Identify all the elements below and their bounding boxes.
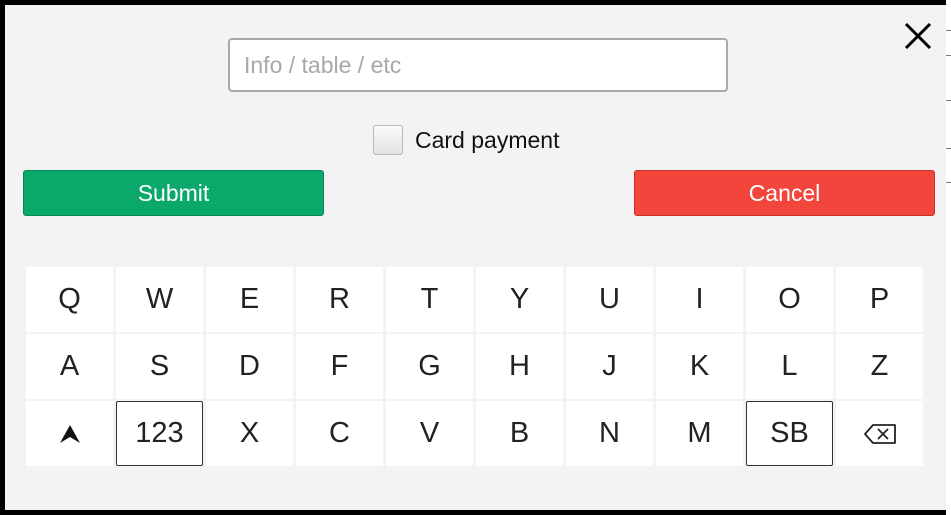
key-q[interactable]: Q [26,267,113,332]
key-p[interactable]: P [836,267,923,332]
key-h[interactable]: H [476,334,563,399]
card-payment-label: Card payment [415,126,560,153]
key-s[interactable]: S [116,334,203,399]
key-w[interactable]: W [116,267,203,332]
key-t[interactable]: T [386,267,473,332]
key-c[interactable]: C [296,401,383,466]
key-i[interactable]: I [656,267,743,332]
info-input[interactable] [228,38,728,92]
backspace-icon [863,423,896,444]
key-x[interactable]: X [206,401,293,466]
key-j[interactable]: J [566,334,653,399]
key-a[interactable]: A [26,334,113,399]
keyboard-dialog: Card payment Submit Cancel Q W E R T Y U… [0,0,946,515]
key-r[interactable]: R [296,267,383,332]
key-z[interactable]: Z [836,334,923,399]
key-backspace[interactable] [836,401,923,466]
key-y[interactable]: Y [476,267,563,332]
close-icon [904,22,932,50]
cancel-button-label: Cancel [748,179,821,206]
submit-button-label: Submit [137,179,210,206]
key-b[interactable]: B [476,401,563,466]
key-n[interactable]: N [566,401,653,466]
key-o[interactable]: O [746,267,833,332]
key-k[interactable]: K [656,334,743,399]
key-f[interactable]: F [296,334,383,399]
key-v[interactable]: V [386,401,473,466]
key-e[interactable]: E [206,267,293,332]
shift-arrow-icon [59,424,80,443]
key-sb[interactable]: SB [746,401,833,466]
key-123[interactable]: 123 [116,401,203,466]
on-screen-keyboard: Q W E R T Y U I O P A S D F G H J K L Z … [26,267,924,467]
card-payment-row: Card payment [373,124,559,156]
key-m[interactable]: M [656,401,743,466]
close-button[interactable] [901,19,935,53]
key-l[interactable]: L [746,334,833,399]
card-payment-checkbox[interactable] [373,125,403,155]
key-d[interactable]: D [206,334,293,399]
key-u[interactable]: U [566,267,653,332]
key-g[interactable]: G [386,334,473,399]
key-shift[interactable] [26,401,113,466]
cancel-button[interactable]: Cancel [634,170,935,216]
submit-button[interactable]: Submit [23,170,324,216]
background-page-edge [946,0,951,515]
